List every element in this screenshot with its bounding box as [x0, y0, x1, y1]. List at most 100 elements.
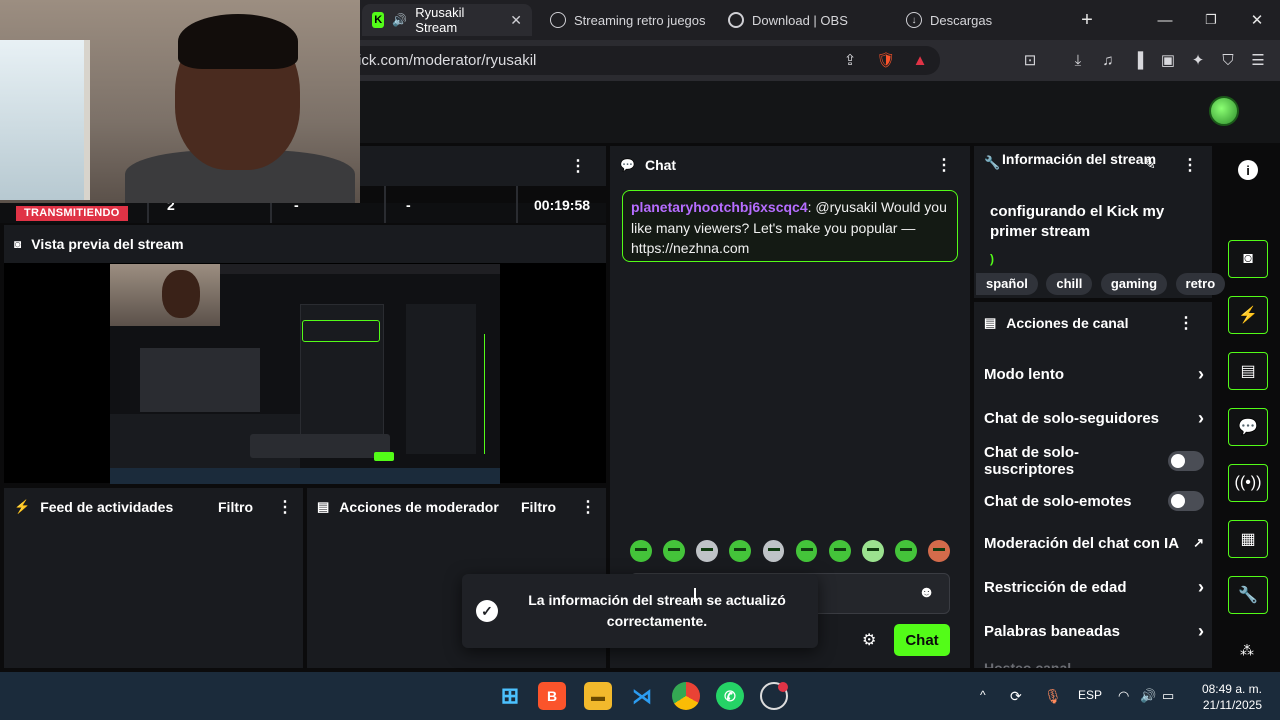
microphone-icon[interactable]: 🎙 [1044, 688, 1062, 705]
chat-rail-icon[interactable]: 💬 [1228, 408, 1268, 446]
sync-icon[interactable]: ⟳ [1010, 688, 1022, 705]
chat-bubble-icon: 💬 [620, 158, 635, 172]
tag-chip[interactable]: spañol [976, 273, 1038, 295]
whatsapp-icon[interactable]: ✆ [716, 682, 744, 710]
broadcast-icon[interactable]: ((•)) [1228, 464, 1268, 502]
info-icon[interactable]: i [1238, 160, 1258, 180]
action-emotes-only[interactable]: Chat de solo-emotes [984, 490, 1204, 512]
chat-send-button[interactable]: Chat [894, 624, 950, 656]
apps-icon[interactable]: ⁂ [1240, 642, 1254, 659]
tray-chevron-icon[interactable]: ^ [980, 688, 986, 702]
tab-streaming-retro[interactable]: Streaming retro juegos [540, 4, 716, 36]
emote-icon[interactable] [862, 540, 884, 562]
preview-chat-message [302, 320, 380, 342]
new-tab-icon[interactable]: + [1074, 8, 1100, 32]
close-window-icon[interactable]: ✕ [1244, 8, 1270, 32]
action-banned-words[interactable]: Palabras baneadas › [984, 620, 1204, 642]
mod-actions-filter-button[interactable]: Filtro [521, 499, 556, 515]
chat-menu-icon[interactable]: ⋮ [936, 155, 952, 175]
restore-icon[interactable]: ❐ [1198, 8, 1224, 32]
action-subscribers-only[interactable]: Chat de solo-suscriptores [984, 444, 1204, 478]
bolt-rail-icon[interactable]: ⚡ [1228, 296, 1268, 334]
clock-time: 08:49 a. m. [1201, 682, 1262, 696]
stream-preview-video[interactable] [110, 264, 500, 484]
minimize-icon[interactable]: — [1152, 8, 1178, 32]
emote-icon[interactable] [762, 540, 785, 562]
emote-icon[interactable] [828, 540, 851, 562]
chrome-icon[interactable] [672, 682, 700, 710]
screen: K 🔊 Ryusakil Stream ✕ Streaming retro ju… [0, 0, 1280, 720]
tag-chip[interactable]: gaming [1100, 273, 1168, 295]
brave-browser-icon[interactable]: B [538, 682, 566, 710]
wrench-rail-icon[interactable]: 🔧 [1228, 576, 1268, 614]
file-explorer-icon[interactable]: ▬ [584, 682, 612, 710]
screen-capture-icon[interactable]: ◙ [1228, 240, 1268, 278]
subscribers-only-toggle[interactable] [1168, 451, 1204, 471]
emoji-picker-icon[interactable]: ☻ [918, 584, 935, 602]
action-ai-moderation[interactable]: Moderación del chat con IA ↗ [984, 532, 1204, 554]
mod-actions-header: ▤ Acciones de moderador Filtro ⋮ [307, 488, 606, 526]
downloads-icon[interactable]: ⤓ [1068, 50, 1088, 70]
vpn-icon[interactable]: ⛉ [1218, 50, 1238, 70]
action-age-restriction[interactable]: Restricción de edad › [984, 576, 1204, 598]
action-label: Chat de solo-seguidores [984, 409, 1160, 427]
stats-menu-icon[interactable]: ⋮ [570, 156, 586, 176]
chat-username[interactable]: planetaryhootchbj6xscqc4 [631, 199, 808, 215]
external-link-icon: ↗ [1193, 535, 1204, 550]
activity-filter-button[interactable]: Filtro [218, 499, 253, 515]
emote-icon[interactable] [928, 540, 951, 562]
channel-actions-title: Acciones de canal [1006, 315, 1129, 331]
channel-actions-menu-icon[interactable]: ⋮ [1178, 313, 1194, 333]
webcam-overlay [0, 0, 360, 203]
wallet-icon[interactable]: ▣ [1158, 50, 1178, 70]
battery-icon[interactable]: ▭ [1162, 688, 1174, 704]
uptime: 00:19:58 [516, 186, 606, 223]
share-icon[interactable]: ⇪ [840, 50, 860, 70]
chat-settings-icon[interactable]: ⚙ [862, 630, 876, 650]
activity-title: Feed de actividades [40, 499, 174, 515]
stream-info-title: Información del stream [1002, 151, 1157, 167]
action-label: Chat de solo-suscriptores [984, 444, 1080, 478]
emotes-only-toggle[interactable] [1168, 491, 1204, 511]
brave-rewards-icon[interactable]: ▲ [910, 50, 930, 70]
emote-icon[interactable] [696, 540, 718, 562]
edit-pencil-icon[interactable]: ✎ [1144, 156, 1156, 173]
menu-icon[interactable]: ☰ [1248, 50, 1268, 70]
volume-icon[interactable]: 🔊 [1140, 688, 1156, 704]
media-icon[interactable]: ♫ [1098, 50, 1118, 70]
layout-icon[interactable]: ▦ [1228, 520, 1268, 558]
windows-start-icon[interactable]: ⊞ [496, 682, 524, 710]
stream-info-menu-icon[interactable]: ⋮ [1182, 155, 1198, 175]
emote-icon[interactable] [630, 540, 652, 562]
leo-ai-icon[interactable]: ✦ [1188, 50, 1208, 70]
close-tab-icon[interactable]: ✕ [510, 12, 522, 29]
emote-icon[interactable] [895, 540, 917, 562]
wifi-icon[interactable]: ◠ [1118, 688, 1129, 704]
preview-taskbar [110, 468, 500, 484]
tab-descargas[interactable]: ↓ Descargas [896, 4, 1002, 36]
vscode-icon[interactable]: ⋊ [628, 682, 656, 710]
tag-chip[interactable]: chill [1046, 273, 1093, 295]
tag-chip[interactable]: retro [1175, 273, 1226, 295]
tab-ryusakil-stream[interactable]: K 🔊 Ryusakil Stream ✕ [362, 4, 532, 36]
brave-shield-icon[interactable]: 🛡 [876, 50, 896, 70]
language-indicator[interactable]: ESP [1078, 688, 1102, 702]
action-slow-mode[interactable]: Modo lento › [984, 363, 1204, 385]
mod-actions-title: Acciones de moderador [339, 499, 499, 515]
emote-icon[interactable] [795, 540, 818, 562]
emote-icon[interactable] [663, 540, 685, 562]
emote-icon[interactable] [729, 540, 752, 562]
toast-message: La información del stream se actualizó c… [528, 592, 786, 629]
clock[interactable]: 08:49 a. m. 21/11/2025 [1200, 681, 1262, 713]
mod-actions-menu-icon[interactable]: ⋮ [580, 497, 596, 517]
stream-category: ) [990, 252, 994, 266]
notes-icon[interactable]: ▤ [1228, 352, 1268, 390]
reader-icon[interactable]: ⊡ [1020, 50, 1040, 70]
action-followers-only[interactable]: Chat de solo-seguidores › [984, 407, 1204, 429]
stream-stats-header: ⋮ [360, 146, 606, 186]
sidebar-icon[interactable]: ▐ [1128, 50, 1148, 70]
chevron-right-icon: › [1198, 620, 1204, 641]
user-avatar[interactable] [1209, 96, 1239, 126]
activity-menu-icon[interactable]: ⋮ [277, 497, 293, 517]
tab-download-obs[interactable]: Download | OBS [718, 4, 858, 36]
